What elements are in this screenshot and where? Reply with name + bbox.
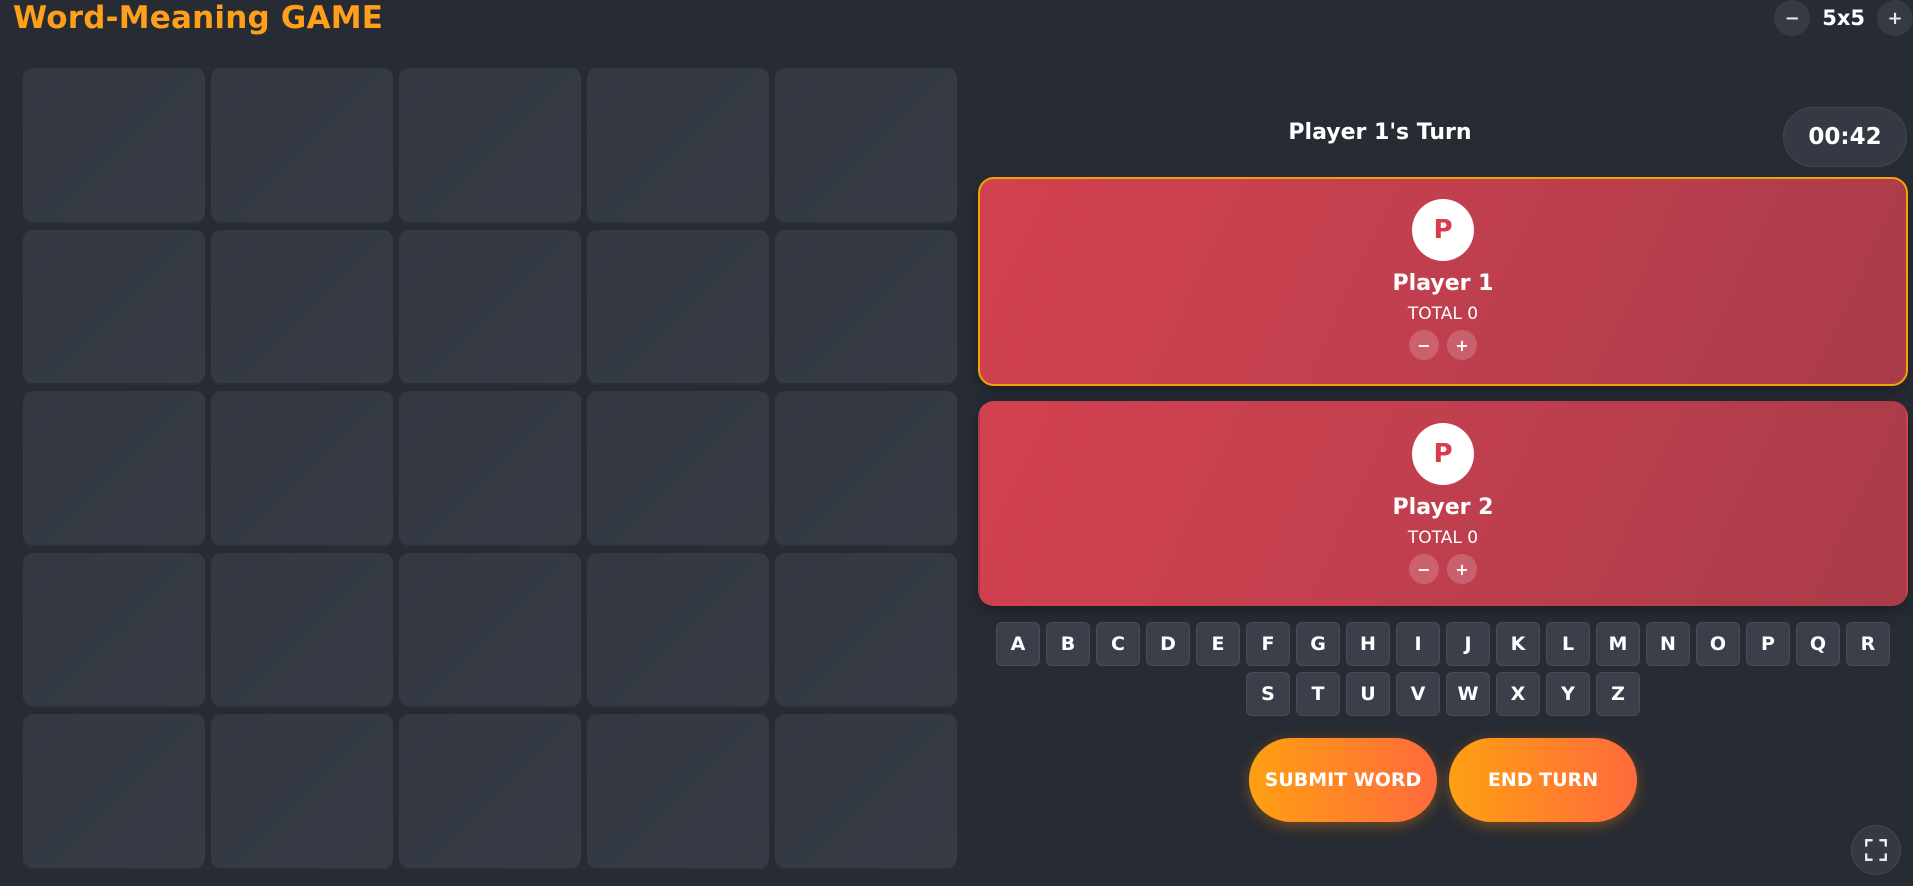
board-cell[interactable] xyxy=(399,552,581,709)
board-cell[interactable] xyxy=(587,552,769,709)
board-cell[interactable] xyxy=(399,391,581,547)
keyboard-row-1: ABCDEFGHIJKLMNOPQR xyxy=(996,622,1890,666)
player-1-score-controls: − + xyxy=(1409,330,1477,360)
player-2-decrease-score-button[interactable]: − xyxy=(1409,554,1439,584)
key-a[interactable]: A xyxy=(996,622,1040,666)
key-y[interactable]: Y xyxy=(1546,672,1590,716)
board-cell[interactable] xyxy=(775,552,957,709)
key-b[interactable]: B xyxy=(1046,622,1090,666)
key-p[interactable]: P xyxy=(1746,622,1790,666)
app-title: Word-Meaning GAME xyxy=(13,0,384,36)
player-1-decrease-score-button[interactable]: − xyxy=(1409,330,1439,360)
board-cell[interactable] xyxy=(23,229,205,386)
grid-size-decrease-button[interactable]: − xyxy=(1774,0,1811,36)
key-v[interactable]: V xyxy=(1396,672,1440,716)
player-card-2: P Player 2 TOTAL 0 − + xyxy=(978,401,1908,606)
board-cell[interactable] xyxy=(211,391,393,547)
key-z[interactable]: Z xyxy=(1596,672,1640,716)
board-cell[interactable] xyxy=(399,68,581,224)
player-1-total: TOTAL 0 xyxy=(1407,304,1479,324)
board-cell[interactable] xyxy=(587,714,769,870)
letter-keyboard: ABCDEFGHIJKLMNOPQR STUVWXYZ xyxy=(978,622,1908,716)
submit-word-button[interactable]: SUBMIT WORD xyxy=(1249,738,1437,822)
key-k[interactable]: K xyxy=(1496,622,1540,666)
key-f[interactable]: F xyxy=(1246,622,1290,666)
board-cell[interactable] xyxy=(211,68,393,224)
key-t[interactable]: T xyxy=(1296,672,1340,716)
grid-size-increase-button[interactable]: + xyxy=(1877,0,1913,36)
game-board xyxy=(23,68,957,870)
key-q[interactable]: Q xyxy=(1796,622,1840,666)
board-cell[interactable] xyxy=(211,714,393,870)
player-1-name: Player 1 xyxy=(1392,271,1494,296)
key-e[interactable]: E xyxy=(1196,622,1240,666)
board-cell[interactable] xyxy=(775,714,957,870)
player-card-1: P Player 1 TOTAL 0 − + xyxy=(978,177,1908,386)
key-o[interactable]: O xyxy=(1696,622,1740,666)
key-x[interactable]: X xyxy=(1496,672,1540,716)
board-cell[interactable] xyxy=(211,229,393,386)
player-1-increase-score-button[interactable]: + xyxy=(1447,330,1477,360)
board-cell[interactable] xyxy=(775,68,957,224)
grid-size-control: − 5x5 + xyxy=(1774,0,1913,36)
board-cell[interactable] xyxy=(399,714,581,870)
board-cell[interactable] xyxy=(23,68,205,224)
key-l[interactable]: L xyxy=(1546,622,1590,666)
key-g[interactable]: G xyxy=(1296,622,1340,666)
board-cell[interactable] xyxy=(587,391,769,547)
board-cell[interactable] xyxy=(587,68,769,224)
action-buttons: SUBMIT WORD END TURN xyxy=(978,738,1908,822)
player-2-score-controls: − + xyxy=(1409,554,1477,584)
board-cell[interactable] xyxy=(23,714,205,870)
key-n[interactable]: N xyxy=(1646,622,1690,666)
player-2-total: TOTAL 0 xyxy=(1407,528,1479,548)
grid-size-value: 5x5 xyxy=(1822,6,1865,30)
board-cell[interactable] xyxy=(587,229,769,386)
key-w[interactable]: W xyxy=(1446,672,1490,716)
board-cell[interactable] xyxy=(775,229,957,386)
turn-timer: 00:42 xyxy=(1783,107,1907,167)
fullscreen-button[interactable] xyxy=(1851,825,1901,875)
turn-indicator: Player 1's Turn xyxy=(1288,120,1472,145)
player-2-increase-score-button[interactable]: + xyxy=(1447,554,1477,584)
player-2-avatar: P xyxy=(1412,423,1474,485)
board-cell[interactable] xyxy=(211,552,393,709)
player-1-avatar: P xyxy=(1412,199,1474,261)
board-cell[interactable] xyxy=(23,391,205,547)
key-m[interactable]: M xyxy=(1596,622,1640,666)
key-j[interactable]: J xyxy=(1446,622,1490,666)
key-d[interactable]: D xyxy=(1146,622,1190,666)
keyboard-row-2: STUVWXYZ xyxy=(1246,672,1640,716)
key-c[interactable]: C xyxy=(1096,622,1140,666)
player-2-name: Player 2 xyxy=(1392,495,1494,520)
board-cell[interactable] xyxy=(775,391,957,547)
key-r[interactable]: R xyxy=(1846,622,1890,666)
key-s[interactable]: S xyxy=(1246,672,1290,716)
key-h[interactable]: H xyxy=(1346,622,1390,666)
end-turn-button[interactable]: END TURN xyxy=(1449,738,1637,822)
board-cell[interactable] xyxy=(23,552,205,709)
key-i[interactable]: I xyxy=(1396,622,1440,666)
fullscreen-icon xyxy=(1865,839,1887,861)
board-cell[interactable] xyxy=(399,229,581,386)
key-u[interactable]: U xyxy=(1346,672,1390,716)
